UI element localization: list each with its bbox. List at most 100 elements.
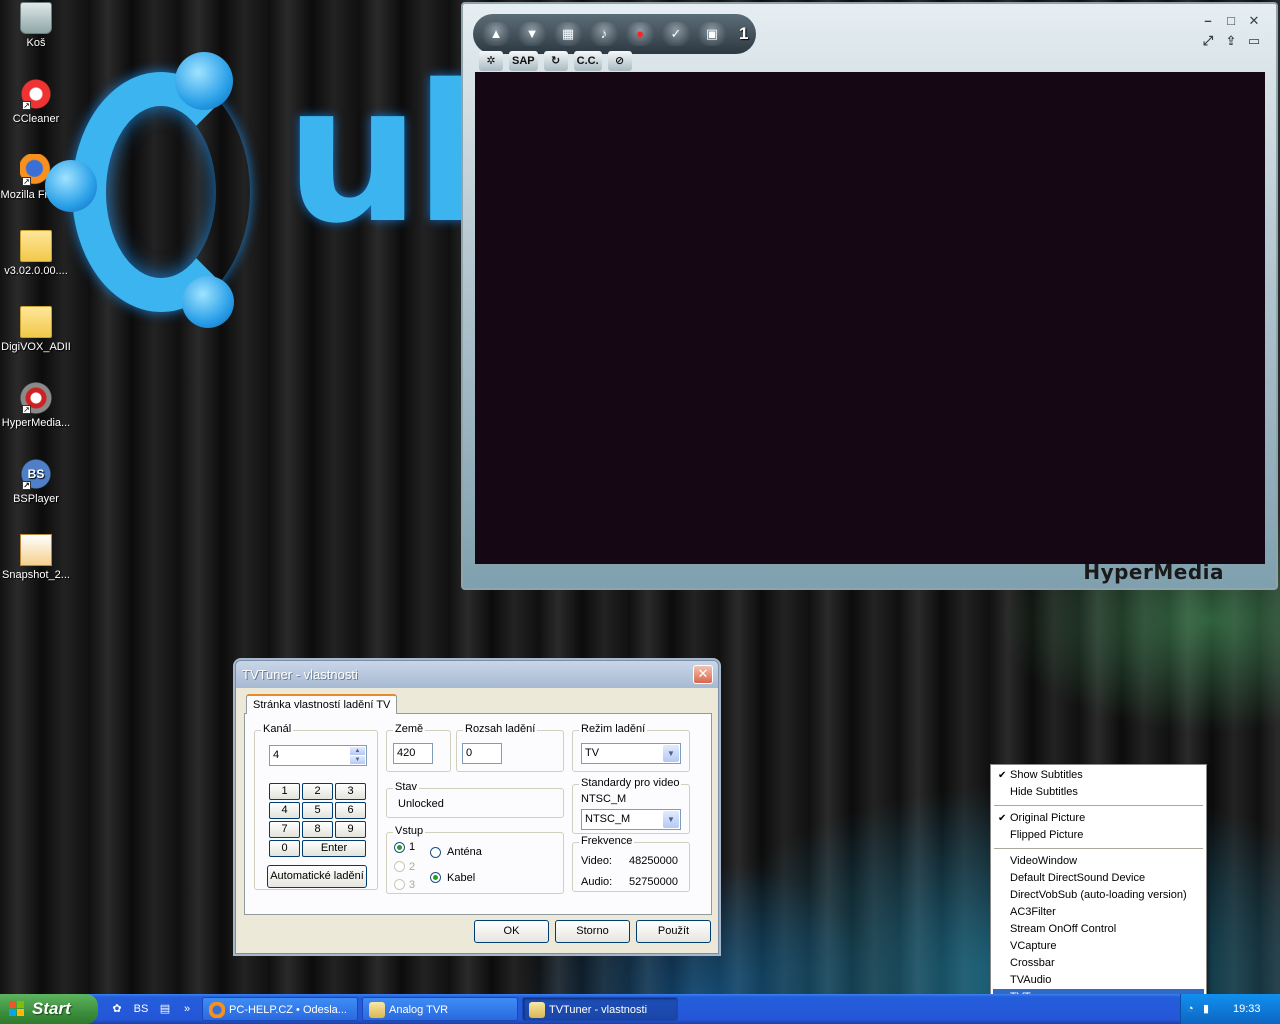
mute-icon[interactable]: ⊘ xyxy=(607,51,632,71)
close-icon[interactable]: ✕ xyxy=(693,665,713,684)
shortcut-arrow-icon: ↗ xyxy=(22,481,31,490)
menu-item[interactable]: Hide Subtitles xyxy=(993,784,1204,801)
video-frequency-label: Video: xyxy=(581,855,612,867)
apply-button[interactable]: Použít xyxy=(636,920,711,943)
taskbar-button[interactable]: TVTuner - vlastnosti xyxy=(522,997,678,1021)
frequency-label: Frekvence xyxy=(579,835,635,847)
minimize-icon[interactable]: – xyxy=(1198,12,1218,30)
menu-separator xyxy=(994,805,1203,806)
hypermedia-icon[interactable]: ✿ xyxy=(108,1000,126,1018)
tvtuner-properties-dialog: TVTuner - vlastnosti ✕ Stránka vlastnost… xyxy=(235,660,719,954)
keypad-button-0[interactable]: 0 xyxy=(269,840,300,857)
menu-item-label: Show Subtitles xyxy=(1010,769,1083,781)
ok-button[interactable]: OK xyxy=(474,920,549,943)
cable-radio[interactable] xyxy=(430,872,441,883)
input-3-radio xyxy=(394,879,405,890)
video-standard-select[interactable]: NTSC_M ▼ xyxy=(581,809,681,830)
shortcut-arrow-icon: ↗ xyxy=(22,405,31,414)
input-1-radio[interactable] xyxy=(394,842,405,853)
clock[interactable]: 19:33 xyxy=(1233,994,1261,1024)
menu-item[interactable]: TVAudio xyxy=(993,972,1204,989)
frequency-group: Frekvence Video: 48250000 Audio: 5275000… xyxy=(572,835,690,892)
keypad-button-1[interactable]: 1 xyxy=(269,783,300,800)
desktop-icon[interactable]: v3.02.0.00.... xyxy=(0,230,72,277)
volume-tray-icon[interactable]: ▮ xyxy=(1203,994,1209,1024)
settings-icon[interactable]: ✲ xyxy=(479,51,503,71)
sap-button[interactable]: SAP xyxy=(509,51,538,71)
hypermedia-player-window[interactable]: ▲ ▼ ▦ ♪ ● ✓ ▣ 1 ✲ SAP ↻ C.C. ⊘ – □ ✕ ⤢ ⇪… xyxy=(461,2,1278,590)
closed-caption-button[interactable]: C.C. xyxy=(573,51,602,71)
keypad-button-2[interactable]: 2 xyxy=(302,783,333,800)
keypad-button-9[interactable]: 9 xyxy=(335,821,366,838)
channel-up-icon[interactable]: ▲ xyxy=(481,22,511,46)
menu-item[interactable]: VideoWindow xyxy=(993,853,1204,870)
taskbar-button-label: PC-HELP.CZ • Odesla... xyxy=(229,1004,347,1016)
maximize-icon[interactable]: □ xyxy=(1221,12,1241,30)
bsplayer-icon[interactable]: BS xyxy=(132,1000,150,1018)
keypad-button-6[interactable]: 6 xyxy=(335,802,366,819)
keypad-button-4[interactable]: 4 xyxy=(269,802,300,819)
channel-input[interactable]: 4 ▲ ▼ xyxy=(269,745,367,766)
menu-item[interactable]: Stream OnOff Control xyxy=(993,921,1204,938)
desktop-icon[interactable]: DigiVOX_ADII xyxy=(0,306,72,353)
country-group-label: Země xyxy=(393,723,426,735)
fullscreen-icon[interactable]: ⤢ xyxy=(1198,32,1218,50)
channel-spinner[interactable]: ▲ ▼ xyxy=(350,747,365,764)
cancel-button[interactable]: Storno xyxy=(555,920,630,943)
video-standard-value: NTSC_M xyxy=(585,813,631,825)
menu-item[interactable]: AC3Filter xyxy=(993,904,1204,921)
menu-item[interactable]: Flipped Picture xyxy=(993,827,1204,844)
country-input[interactable]: 420 xyxy=(393,743,433,764)
on-top-icon[interactable]: ⇪ xyxy=(1221,32,1241,50)
keypad-enter-button[interactable]: Enter xyxy=(302,840,366,857)
volume-icon[interactable]: ♪ xyxy=(589,22,619,46)
antenna-radio[interactable] xyxy=(430,847,441,858)
menu-item[interactable]: Default DirectSound Device xyxy=(993,870,1204,887)
folder-icon xyxy=(20,306,52,338)
cable-label: Kabel xyxy=(447,872,476,884)
tray-icon[interactable]: ◔ xyxy=(1187,994,1194,1024)
menu-item[interactable]: Crossbar xyxy=(993,955,1204,972)
input-2-label: 2 xyxy=(409,861,416,873)
record-icon[interactable]: ● xyxy=(625,22,655,46)
chevron-down-icon: ▼ xyxy=(663,745,679,762)
desktop-icon[interactable]: ↗ CCleaner xyxy=(0,78,72,125)
auto-tune-button[interactable]: Automatické ladění xyxy=(267,865,367,888)
desktop-icon-label: BSPlayer xyxy=(13,493,59,505)
keypad-button-5[interactable]: 5 xyxy=(302,802,333,819)
keypad-button-3[interactable]: 3 xyxy=(335,783,366,800)
player-toolbar: ▲ ▼ ▦ ♪ ● ✓ ▣ 1 xyxy=(473,14,757,54)
tv-icon xyxy=(369,1002,385,1018)
tuning-range-input[interactable]: 0 xyxy=(462,743,502,764)
desktop-icon[interactable]: Koš xyxy=(0,2,72,49)
tab-tuner-properties[interactable]: Stránka vlastností ladění TV xyxy=(246,694,398,714)
channel-down-icon[interactable]: ▼ xyxy=(517,22,547,46)
video-standard-label: Standardy pro video xyxy=(579,777,682,789)
keypad-button-7[interactable]: 7 xyxy=(269,821,300,838)
menu-separator xyxy=(994,848,1203,849)
clapboard-icon[interactable]: ▤ xyxy=(156,1000,174,1018)
schedule-icon[interactable]: ✓ xyxy=(661,22,691,46)
refresh-icon[interactable]: ↻ xyxy=(543,51,568,71)
close-icon[interactable]: ✕ xyxy=(1244,12,1264,30)
compact-mode-icon[interactable]: ▭ xyxy=(1244,32,1264,50)
snapshot-icon[interactable]: ▣ xyxy=(697,22,727,46)
menu-item[interactable]: ✔ Original Picture xyxy=(993,810,1204,827)
desktop-icon[interactable]: Snapshot_2... xyxy=(0,534,72,581)
audio-frequency-label: Audio: xyxy=(581,876,613,888)
taskbar-button[interactable]: Analog TVR xyxy=(362,997,518,1021)
filter-context-menu: ✔ Show Subtitles Hide Subtitles ✔ Original P… xyxy=(990,764,1207,1007)
tuning-mode-select[interactable]: TV ▼ xyxy=(581,743,681,764)
start-button[interactable]: Start xyxy=(0,994,98,1024)
desktop-icon[interactable]: BS ↗ BSPlayer xyxy=(0,458,72,505)
menu-item[interactable]: VCapture xyxy=(993,938,1204,955)
menu-item[interactable]: DirectVobSub (auto-loading version) xyxy=(993,887,1204,904)
video-area[interactable] xyxy=(475,72,1265,564)
keypad-button-8[interactable]: 8 xyxy=(302,821,333,838)
quick-launch-overflow[interactable]: » xyxy=(178,1000,196,1018)
menu-item-label: DirectVobSub (auto-loading version) xyxy=(1010,889,1187,901)
menu-item[interactable]: ✔ Show Subtitles xyxy=(993,767,1204,784)
grid-icon[interactable]: ▦ xyxy=(553,22,583,46)
taskbar-button[interactable]: PC-HELP.CZ • Odesla... xyxy=(202,997,358,1021)
desktop-icon[interactable]: ↗ HyperMedia... xyxy=(0,382,72,429)
